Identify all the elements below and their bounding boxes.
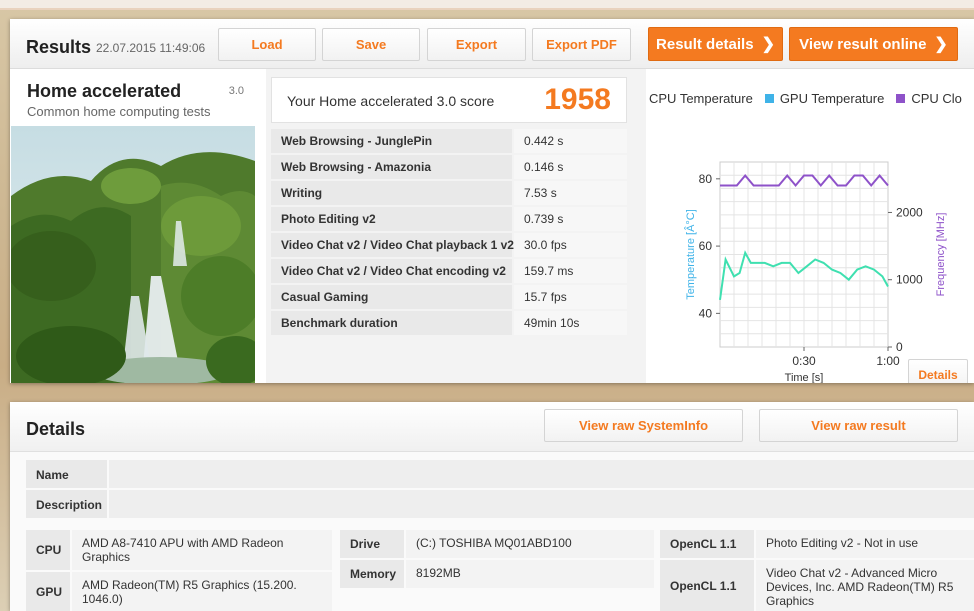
gpu-label: GPU xyxy=(26,572,70,611)
x-axis-label: Time [s] xyxy=(785,372,824,383)
x-tick-label: 0:30 xyxy=(792,354,816,368)
y-left-axis-label: Temperature [Â°C] xyxy=(684,209,697,300)
result-row: Web Browsing - JunglePin 0.442 s xyxy=(271,129,627,153)
result-row-value: 49min 10s xyxy=(514,311,627,335)
memory-label: Memory xyxy=(340,560,404,588)
gpu-value: AMD Radeon(TM) R5 Graphics (15.200. 1046… xyxy=(72,572,332,611)
chart-svg: 40 60 80 0 1000 2000 0:30 1:00 Time [s] Temperatu… xyxy=(684,161,947,383)
view-online-button[interactable]: View result online ❯ xyxy=(789,27,958,61)
result-row: Video Chat v2 / Video Chat encoding v2 15… xyxy=(271,259,627,283)
result-row-label: Video Chat v2 / Video Chat encoding v2 xyxy=(271,259,512,283)
result-row-value: 30.0 fps xyxy=(514,233,627,257)
result-rows: Web Browsing - JunglePin 0.442 s Web Brow… xyxy=(271,129,627,337)
result-row: Benchmark duration 49min 10s xyxy=(271,311,627,335)
opencl-value: Video Chat v2 - Advanced Micro Devices, … xyxy=(756,560,974,611)
result-details-label: Result details xyxy=(656,35,754,53)
result-row: Writing 7.53 s xyxy=(271,181,627,205)
result-details-button[interactable]: Result details ❯ xyxy=(648,27,783,61)
y-right-tick-label: 2000 xyxy=(896,205,923,219)
result-row-label: Casual Gaming xyxy=(271,285,512,309)
y-left-tick-label: 80 xyxy=(699,172,713,186)
score-value: 1958 xyxy=(544,83,611,116)
view-online-label: View result online xyxy=(799,35,927,53)
chevron-right-icon: ❯ xyxy=(761,36,775,53)
opencl-label: OpenCL 1.1 xyxy=(660,530,754,558)
details-body: Name Description CPU AMD A8-7410 APU wit… xyxy=(10,452,974,611)
result-row-value: 7.53 s xyxy=(514,181,627,205)
score-box: Your Home accelerated 3.0 score 1958 xyxy=(271,77,627,123)
result-row-value: 15.7 fps xyxy=(514,285,627,309)
y-right-axis-label: Frequency [MHz] xyxy=(935,213,947,297)
result-row: Casual Gaming 15.7 fps xyxy=(271,285,627,309)
drive-label: Drive xyxy=(340,530,404,558)
test-name: Home accelerated xyxy=(27,81,182,101)
results-date: 22.07.2015 11:49:06 xyxy=(96,41,206,55)
chevron-right-icon: ❯ xyxy=(934,36,948,53)
y-left-tick-label: 40 xyxy=(699,306,713,320)
description-label: Description xyxy=(26,490,107,518)
result-row-label: Video Chat v2 / Video Chat playback 1 v2 xyxy=(271,233,514,257)
y-left-tick-label: 60 xyxy=(699,239,713,253)
result-row-value: 0.146 s xyxy=(514,155,627,179)
result-row-value: 159.7 ms xyxy=(514,259,627,283)
monitoring-chart-panel: CPU Temperature GPU Temperature CPU Clo 40… xyxy=(646,69,974,383)
details-title: Details xyxy=(26,419,86,439)
result-row-label: Benchmark duration xyxy=(271,311,512,335)
view-raw-sysinfo-button[interactable]: View raw SystemInfo xyxy=(544,409,743,442)
waterfall-image xyxy=(11,126,255,383)
result-row: Web Browsing - Amazonia 0.146 s xyxy=(271,155,627,179)
chart-details-button[interactable]: Details xyxy=(908,359,968,383)
score-label: Your Home accelerated 3.0 score xyxy=(287,93,495,109)
x-tick-label: 1:00 xyxy=(876,354,900,368)
cpu-value: AMD A8-7410 APU with AMD Radeon Graphics xyxy=(72,530,332,570)
y-right-tick-label: 0 xyxy=(896,340,903,354)
opencl-value: Photo Editing v2 - Not in use xyxy=(756,530,974,558)
description-value xyxy=(109,490,974,518)
cpu-label: CPU xyxy=(26,530,70,570)
result-row-label: Web Browsing - Amazonia xyxy=(271,155,512,179)
results-header: Results 22.07.2015 11:49:06 Load Save Ex… xyxy=(10,19,974,69)
results-panel: Results 22.07.2015 11:49:06 Load Save Ex… xyxy=(10,19,974,383)
save-button[interactable]: Save xyxy=(322,28,420,61)
name-row: Name xyxy=(26,460,974,488)
opencl-label: OpenCL 1.1 xyxy=(660,560,754,611)
name-label: Name xyxy=(26,460,107,488)
export-button[interactable]: Export xyxy=(427,28,526,61)
score-panel: Your Home accelerated 3.0 score 1958 Web… xyxy=(266,69,646,383)
result-row: Video Chat v2 / Video Chat playback 1 v2… xyxy=(271,233,627,257)
top-strip xyxy=(0,0,974,10)
results-title: Results xyxy=(26,37,92,57)
drive-value: (C:) TOSHIBA MQ01ABD100 xyxy=(406,530,654,558)
test-info: Home accelerated 3.0 Common home computi… xyxy=(10,69,256,383)
test-description: Common home computing tests xyxy=(27,104,211,119)
name-value xyxy=(109,460,974,488)
details-header: Details View raw SystemInfo View raw res… xyxy=(10,402,974,452)
y-right-tick-label: 1000 xyxy=(896,273,923,287)
test-version: 3.0 xyxy=(228,85,244,97)
description-row: Description xyxy=(26,490,974,518)
result-row-value: 0.442 s xyxy=(514,129,627,153)
result-row-label: Photo Editing v2 xyxy=(271,207,512,231)
details-panel: Details View raw SystemInfo View raw res… xyxy=(10,402,974,611)
memory-value: 8192MB xyxy=(406,560,654,588)
export-pdf-button[interactable]: Export PDF xyxy=(532,28,631,61)
result-row-value: 0.739 s xyxy=(514,207,627,231)
result-row-label: Web Browsing - JunglePin xyxy=(271,129,512,153)
load-button[interactable]: Load xyxy=(218,28,316,61)
view-raw-result-button[interactable]: View raw result xyxy=(759,409,958,442)
result-row-label: Writing xyxy=(271,181,512,205)
result-row: Photo Editing v2 0.739 s xyxy=(271,207,627,231)
